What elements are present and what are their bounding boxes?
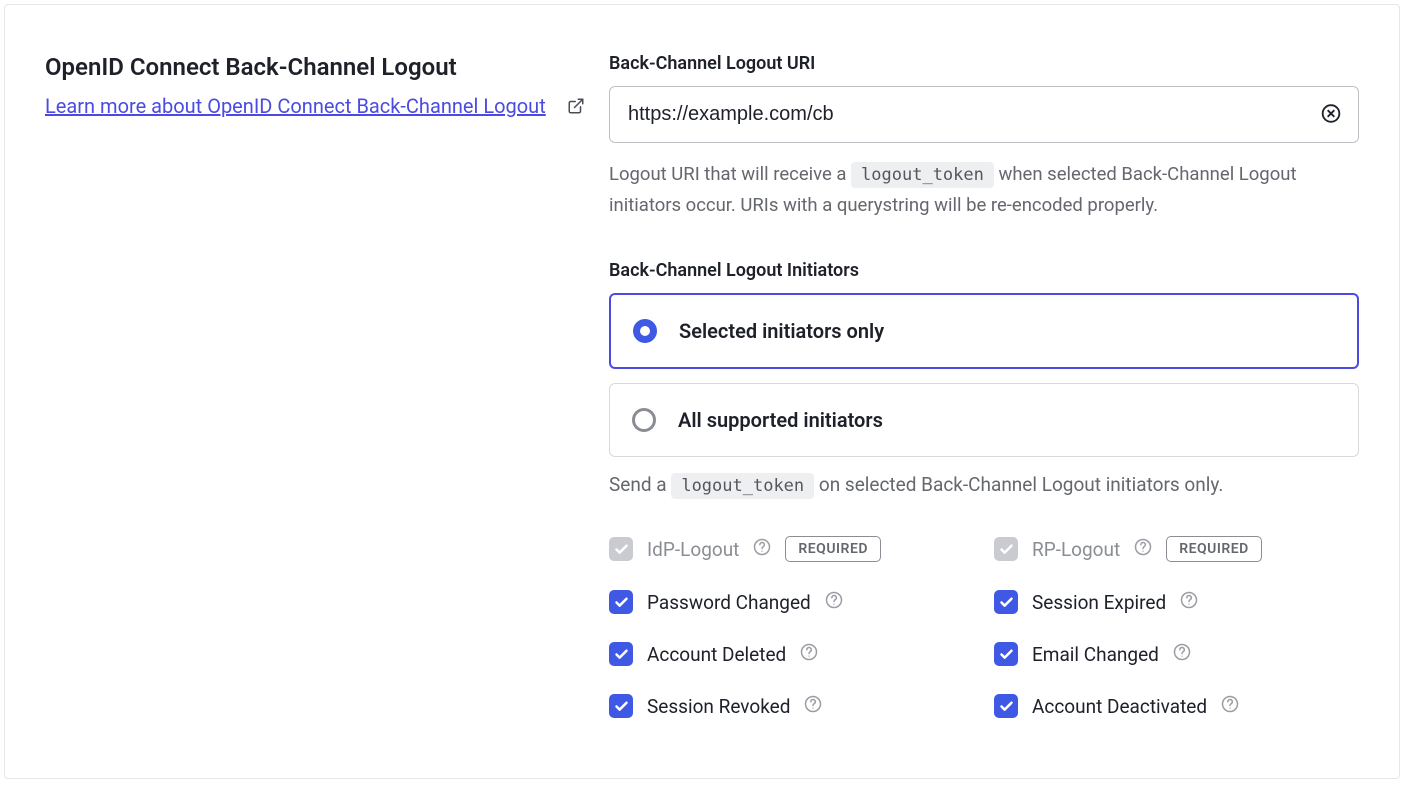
check-label: Account Deleted (647, 643, 786, 666)
help-icon[interactable] (1180, 591, 1198, 613)
radio-label: Selected initiators only (679, 319, 884, 343)
checkbox-icon (994, 642, 1018, 666)
section-title: OpenID Connect Back-Channel Logout (45, 53, 585, 81)
checkbox-icon (994, 537, 1018, 561)
initiators-help-text: Send a logout_token on selected Back-Cha… (609, 473, 1359, 496)
check-session-revoked[interactable]: Session Revoked (609, 694, 974, 718)
external-link-icon (567, 97, 585, 119)
checkbox-icon (994, 694, 1018, 718)
check-label: Account Deactivated (1032, 695, 1207, 718)
checkbox-icon (609, 537, 633, 561)
code-chip: logout_token (671, 473, 814, 499)
radio-label: All supported initiators (678, 408, 883, 432)
checkbox-icon (609, 642, 633, 666)
check-label: Session Expired (1032, 591, 1166, 614)
check-account-deleted[interactable]: Account Deleted (609, 642, 974, 666)
help-icon[interactable] (1173, 643, 1191, 665)
check-session-expired[interactable]: Session Expired (994, 590, 1359, 614)
check-account-deactivated[interactable]: Account Deactivated (994, 694, 1359, 718)
help-icon[interactable] (825, 591, 843, 613)
required-badge: REQUIRED (1166, 536, 1262, 562)
checkbox-icon (609, 694, 633, 718)
settings-form: Back-Channel Logout URI Logout URI that … (609, 53, 1359, 718)
uri-help-text: Logout URI that will receive a logout_to… (609, 159, 1359, 220)
check-rp-logout: RP-Logout REQUIRED (994, 536, 1359, 562)
clear-icon (1321, 103, 1341, 126)
logout-uri-input[interactable] (609, 86, 1359, 143)
uri-label: Back-Channel Logout URI (609, 53, 1359, 74)
radio-icon (632, 408, 656, 432)
checkbox-icon (609, 590, 633, 614)
help-icon[interactable] (1134, 538, 1152, 560)
clear-input-button[interactable] (1317, 99, 1345, 130)
initiators-checklist: IdP-Logout REQUIRED RP-Logout REQUIRED (609, 536, 1359, 718)
check-label: RP-Logout (1032, 538, 1120, 561)
initiators-label: Back-Channel Logout Initiators (609, 260, 1359, 281)
check-label: Session Revoked (647, 695, 790, 718)
checkbox-icon (994, 590, 1018, 614)
check-email-changed[interactable]: Email Changed (994, 642, 1359, 666)
required-badge: REQUIRED (785, 536, 881, 562)
check-label: Email Changed (1032, 643, 1159, 666)
help-icon[interactable] (804, 695, 822, 717)
section-header: OpenID Connect Back-Channel Logout Learn… (45, 53, 585, 718)
settings-panel: OpenID Connect Back-Channel Logout Learn… (4, 4, 1400, 779)
learn-more-link[interactable]: Learn more about OpenID Connect Back-Cha… (45, 94, 546, 118)
check-password-changed[interactable]: Password Changed (609, 590, 974, 614)
check-label: Password Changed (647, 591, 811, 614)
help-icon[interactable] (1221, 695, 1239, 717)
help-icon[interactable] (800, 643, 818, 665)
help-icon[interactable] (753, 538, 771, 560)
check-label: IdP-Logout (647, 538, 739, 561)
radio-selected-initiators[interactable]: Selected initiators only (609, 293, 1359, 369)
initiators-radio-group: Selected initiators only All supported i… (609, 293, 1359, 457)
code-chip: logout_token (851, 162, 994, 188)
check-idp-logout: IdP-Logout REQUIRED (609, 536, 974, 562)
radio-all-initiators[interactable]: All supported initiators (609, 383, 1359, 457)
radio-icon (633, 319, 657, 343)
